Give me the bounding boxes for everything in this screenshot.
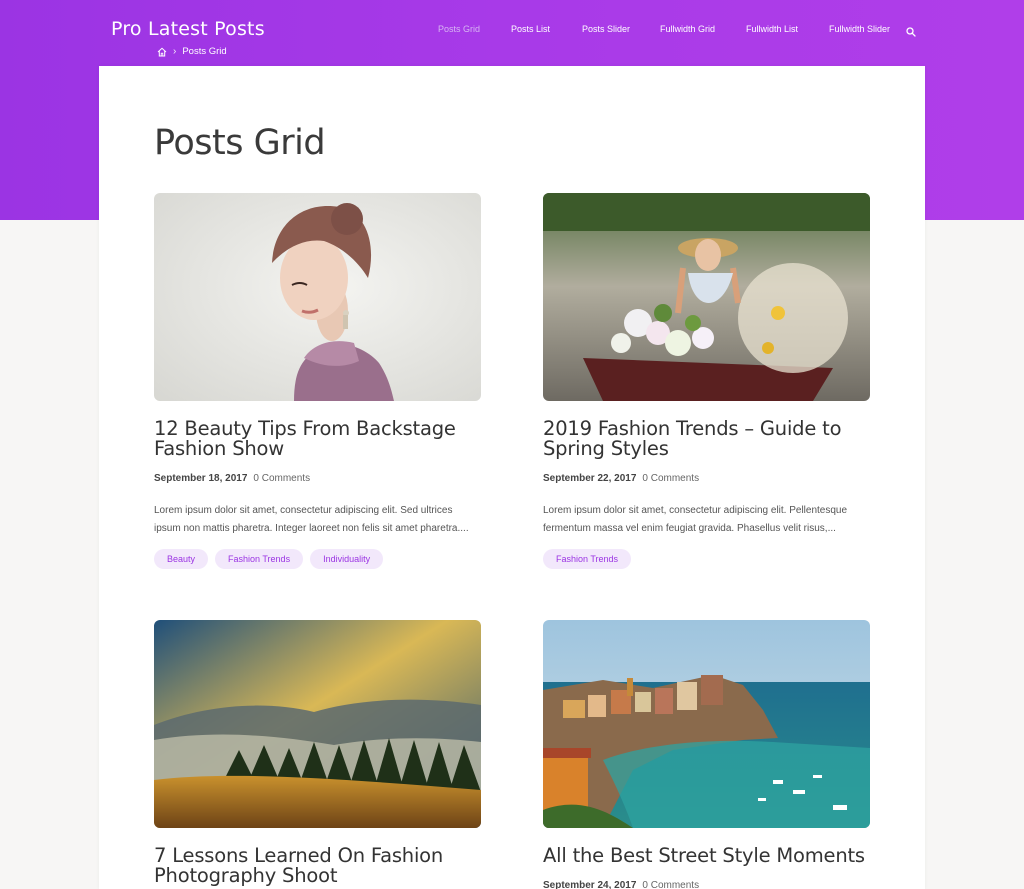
post-excerpt: Lorem ipsum dolor sit amet, consectetur … [154, 505, 469, 534]
nav-item-fullwidth-slider[interactable]: Fullwidth Slider [829, 24, 890, 34]
tag-beauty[interactable]: Beauty [154, 549, 209, 569]
post-tags: Fashion Trends [543, 549, 870, 569]
post-date: September 18, 2017 [154, 473, 248, 484]
post-title[interactable]: All the Best Street Style Moments [543, 846, 870, 866]
home-icon[interactable] [157, 47, 167, 57]
nav-item-posts-list[interactable]: Posts List [511, 24, 550, 34]
post-thumbnail-coastal-village[interactable] [543, 620, 870, 828]
post-tags: Beauty Fashion Trends Individuality [154, 549, 481, 569]
post-title[interactable]: 7 Lessons Learned On Fashion Photography… [154, 846, 481, 886]
main-nav: Posts Grid Posts List Posts Slider Fullw… [0, 24, 1024, 38]
nav-item-posts-grid[interactable]: Posts Grid [438, 24, 480, 34]
breadcrumb: › Posts Grid [157, 46, 227, 57]
post-comments-link[interactable]: 0 Comments [253, 473, 310, 484]
post-date: September 24, 2017 [543, 880, 637, 889]
post-title[interactable]: 2019 Fashion Trends – Guide to Spring St… [543, 419, 870, 459]
post-thumbnail-woman-in-boat[interactable] [543, 193, 870, 401]
nav-item-fullwidth-list[interactable]: Fullwidth List [746, 24, 798, 34]
post-date: September 22, 2017 [543, 473, 637, 484]
tag-fashion-trends[interactable]: Fashion Trends [215, 549, 304, 569]
page-title: Posts Grid [154, 123, 326, 163]
site-header: Pro Latest Posts Posts Grid Posts List P… [0, 0, 1024, 66]
post-card: All the Best Street Style Moments Septem… [543, 620, 870, 889]
post-meta: September 22, 2017 0 Comments [543, 473, 870, 484]
nav-item-fullwidth-grid[interactable]: Fullwidth Grid [660, 24, 715, 34]
post-comments-link[interactable]: 0 Comments [642, 473, 699, 484]
nav-item-posts-slider[interactable]: Posts Slider [582, 24, 630, 34]
tag-fashion-trends[interactable]: Fashion Trends [543, 549, 632, 569]
post-card: 2019 Fashion Trends – Guide to Spring St… [543, 193, 870, 569]
post-excerpt: Lorem ipsum dolor sit amet, consectetur … [543, 505, 848, 534]
post-meta: September 18, 2017 0 Comments [154, 473, 481, 484]
post-thumbnail-mountain-landscape[interactable] [154, 620, 481, 828]
breadcrumb-current: Posts Grid [182, 46, 227, 57]
chevron-right-icon: › [173, 46, 177, 57]
tag-individuality[interactable]: Individuality [310, 549, 384, 569]
search-icon[interactable] [906, 24, 916, 42]
post-card: 7 Lessons Learned On Fashion Photography… [154, 620, 481, 886]
post-comments-link[interactable]: 0 Comments [642, 880, 699, 889]
post-thumbnail-woman-portrait[interactable] [154, 193, 481, 401]
post-title[interactable]: 12 Beauty Tips From Backstage Fashion Sh… [154, 419, 481, 459]
content-area: Posts Grid 12 Beauty Tips From Backstage… [99, 66, 925, 889]
post-meta: September 24, 2017 0 Comments [543, 880, 870, 889]
post-card: 12 Beauty Tips From Backstage Fashion Sh… [154, 193, 481, 569]
